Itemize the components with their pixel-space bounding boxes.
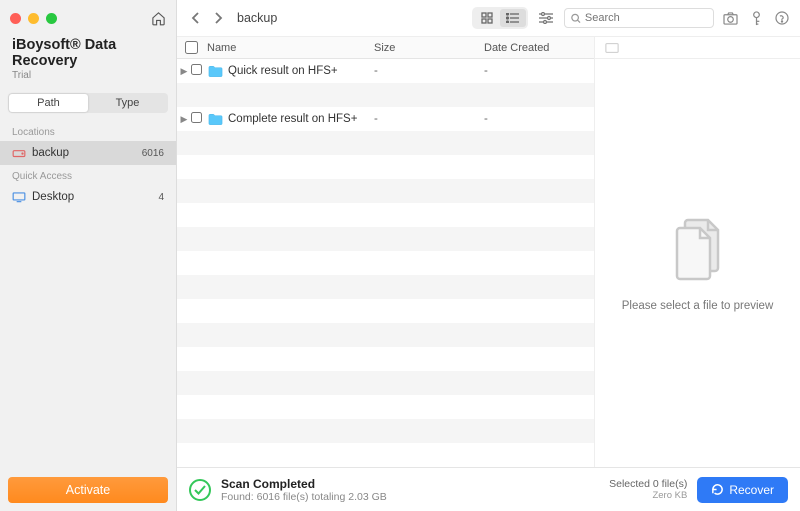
header-checkbox[interactable] [177,41,205,54]
column-name[interactable]: Name [205,42,374,54]
recover-button[interactable]: Recover [697,477,788,503]
maximize-window-button[interactable] [46,13,57,24]
status-detail: Found: 6016 file(s) totaling 2.03 GB [221,491,387,503]
status-check-icon [189,479,211,501]
nav-forward-button[interactable] [209,9,227,27]
selected-size: Zero KB [609,490,687,501]
row-size: - [374,65,484,77]
trial-label: Trial [12,70,164,81]
documents-icon [668,214,728,282]
selected-info: Selected 0 file(s) Zero KB [609,478,687,501]
view-mode-segment [472,7,528,29]
sidebar-item-backup[interactable]: backup 6016 [0,141,176,165]
table-row-empty [177,419,594,443]
table-row[interactable]: ▶ Quick result on HFS+ - - [177,59,594,83]
row-checkbox[interactable] [191,112,205,126]
preview-placeholder-icon [605,42,619,54]
desktop-icon [12,190,26,204]
tab-path[interactable]: Path [9,94,88,112]
table-row-empty [177,155,594,179]
table-row-empty [177,251,594,275]
app-title-block: iBoysoft® Data Recovery Trial [0,37,176,83]
folder-icon [207,64,223,78]
filter-button[interactable] [536,12,556,24]
preview-header [595,37,800,59]
home-icon[interactable] [151,11,166,26]
status-title: Scan Completed [221,477,387,491]
table-row-empty [177,323,594,347]
selected-count: Selected 0 file(s) [609,478,687,490]
table-row-empty [177,83,594,107]
footer: Scan Completed Found: 6016 file(s) total… [177,467,800,511]
minimize-window-button[interactable] [28,13,39,24]
column-header: Name Size Date Created [177,37,594,59]
sidebar-item-desktop[interactable]: Desktop 4 [0,185,176,209]
section-locations-label: Locations [0,121,176,141]
search-icon [571,13,581,24]
sidebar-item-label: backup [32,147,69,159]
table-row-empty [177,299,594,323]
app-title: iBoysoft® Data Recovery [12,37,164,69]
sidebar: iBoysoft® Data Recovery Trial Path Type … [0,0,177,511]
help-icon[interactable] [774,10,790,26]
drive-icon [12,146,26,160]
preview-body: Please select a file to preview [595,59,800,467]
view-grid-button[interactable] [474,9,500,27]
key-icon[interactable] [748,10,764,26]
status-text: Scan Completed Found: 6016 file(s) total… [221,477,387,503]
table-row[interactable]: ▶ Complete result on HFS+ - - [177,107,594,131]
window-controls [10,13,57,24]
close-window-button[interactable] [10,13,21,24]
folder-icon [207,112,223,126]
table-row-empty [177,347,594,371]
table-row-empty [177,179,594,203]
nav-buttons [187,9,227,27]
search-input[interactable] [585,12,707,24]
table-row-empty [177,275,594,299]
row-date: - [484,113,594,125]
sidebar-item-label: Desktop [32,191,74,203]
file-rows: ▶ Quick result on HFS+ - - ▶ Complete re… [177,59,594,467]
titlebar [0,0,176,37]
table-row-empty [177,131,594,155]
topbar: backup [177,0,800,37]
breadcrumb: backup [237,11,277,25]
row-size: - [374,113,484,125]
main-pane: backup [177,0,800,511]
preview-message: Please select a file to preview [622,300,774,312]
toolbar-icons [722,10,790,26]
app-window: iBoysoft® Data Recovery Trial Path Type … [0,0,800,511]
file-list-pane: Name Size Date Created ▶ Quick result on… [177,37,595,467]
row-checkbox[interactable] [191,64,205,78]
table-row-empty [177,395,594,419]
recover-icon [711,483,724,496]
sidebar-item-count: 4 [158,192,164,203]
disclosure-icon[interactable]: ▶ [177,114,191,125]
column-date[interactable]: Date Created [484,42,594,54]
camera-icon[interactable] [722,10,738,26]
table-row-empty [177,203,594,227]
sidebar-spacer [0,209,176,469]
disclosure-icon[interactable]: ▶ [177,66,191,77]
recover-label: Recover [729,483,774,497]
search-box[interactable] [564,8,714,28]
tab-type[interactable]: Type [88,94,167,112]
sidebar-item-count: 6016 [142,148,164,159]
column-size[interactable]: Size [374,42,484,54]
table-row-empty [177,371,594,395]
row-name: Quick result on HFS+ [228,65,374,77]
section-quick-label: Quick Access [0,165,176,185]
activate-button[interactable]: Activate [8,477,168,503]
content-area: Name Size Date Created ▶ Quick result on… [177,37,800,467]
nav-back-button[interactable] [187,9,205,27]
row-date: - [484,65,594,77]
table-row-empty [177,227,594,251]
view-list-button[interactable] [500,9,526,27]
preview-pane: Please select a file to preview [595,37,800,467]
sidebar-tabs: Path Type [8,93,168,113]
row-name: Complete result on HFS+ [228,113,374,125]
